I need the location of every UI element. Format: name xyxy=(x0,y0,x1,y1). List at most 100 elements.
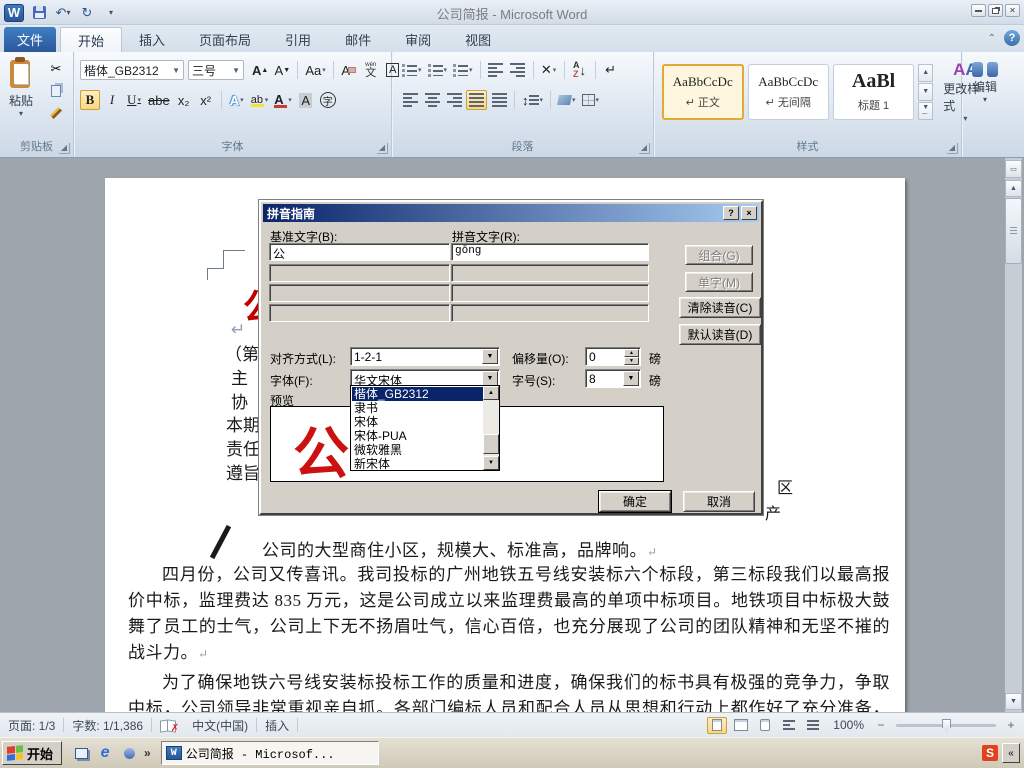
scrollbar-thumb[interactable] xyxy=(1005,198,1022,264)
font-option-msyahei[interactable]: 微软雅黑 xyxy=(352,443,484,457)
strikethrough-button[interactable]: abe xyxy=(146,90,172,110)
dropdown-scroll-up-icon[interactable]: ▲ xyxy=(483,386,499,400)
dropdown-scroll-down-icon[interactable]: ▼ xyxy=(483,456,499,470)
font-option-kaiti-gb2312[interactable]: 楷体_GB2312 xyxy=(352,387,484,401)
cut-icon[interactable]: ✂ xyxy=(46,60,66,78)
vertical-scrollbar[interactable]: ▭ ▲ ▼ xyxy=(1005,158,1022,712)
combine-button[interactable]: 组合(G) xyxy=(685,245,753,265)
show-desktop-icon[interactable] xyxy=(72,744,90,762)
tab-review[interactable]: 审阅 xyxy=(388,27,448,52)
format-painter-icon[interactable] xyxy=(46,104,66,122)
scroll-down-icon[interactable]: ▼ xyxy=(1005,693,1022,710)
character-shading-button[interactable]: A xyxy=(296,90,316,110)
borders-button[interactable]: ▾ xyxy=(580,90,602,110)
default-readings-button[interactable]: 默认读音(D) xyxy=(679,324,761,345)
align-right-button[interactable] xyxy=(444,90,464,110)
style-no-spacing[interactable]: AaBbCcDc ↵ 无间隔 xyxy=(747,63,829,120)
show-hide-marks-button[interactable]: ↵ xyxy=(601,60,621,80)
outline-view-icon[interactable] xyxy=(779,717,799,734)
styles-gallery-expand-icon[interactable]: ▼ ─ xyxy=(918,101,934,120)
dialog-close-icon[interactable]: × xyxy=(741,206,757,220)
base-text-field-4[interactable] xyxy=(269,304,450,322)
offset-spinner[interactable]: 0 ▲ ▼ xyxy=(585,347,641,366)
asian-layout-button[interactable]: ✕ ▾ xyxy=(539,60,559,80)
base-text-field-2[interactable] xyxy=(269,264,450,282)
distribute-button[interactable] xyxy=(489,90,509,110)
minimize-button[interactable] xyxy=(971,4,986,17)
decrease-indent-button[interactable] xyxy=(486,60,506,80)
zoom-in-icon[interactable]: + xyxy=(1004,718,1018,732)
restore-button[interactable] xyxy=(988,4,1003,17)
dropdown-scroll-thumb[interactable] xyxy=(483,434,499,454)
ruby-text-field-3[interactable] xyxy=(451,284,649,302)
monosyllabic-button[interactable]: 单字(M) xyxy=(685,272,753,292)
tab-home[interactable]: 开始 xyxy=(60,27,123,52)
base-text-field-3[interactable] xyxy=(269,284,450,302)
styles-scroll-up-icon[interactable]: ▲ xyxy=(918,63,934,82)
ruler-toggle-icon[interactable]: ▭ xyxy=(1005,160,1022,178)
dialog-title-bar[interactable]: 拼音指南 ? × xyxy=(263,204,759,222)
help-icon[interactable]: ? xyxy=(1004,30,1020,46)
cancel-button[interactable]: 取消 xyxy=(683,491,755,512)
line-spacing-button[interactable]: ↕ ▾ xyxy=(520,90,545,110)
page-indicator[interactable]: 页面: 1/3 xyxy=(0,713,63,737)
tab-file[interactable]: 文件 xyxy=(4,27,56,52)
paste-button[interactable]: 粘贴 ▾ xyxy=(6,57,36,118)
zoom-slider[interactable] xyxy=(896,718,996,732)
close-button[interactable]: ✕ xyxy=(1005,4,1020,17)
size-combo[interactable]: 8 ▼ xyxy=(585,369,641,388)
sort-button[interactable]: A Z ↓ xyxy=(570,60,590,80)
zoom-level[interactable]: 100% xyxy=(833,718,864,732)
internet-explorer-icon[interactable]: e xyxy=(96,744,114,762)
font-combo-arrow-icon[interactable]: ▼ xyxy=(482,371,498,386)
full-screen-reading-icon[interactable] xyxy=(731,717,751,734)
copy-icon[interactable] xyxy=(46,82,66,100)
style-normal[interactable]: AaBbCcDc ↵ 正文 xyxy=(662,63,744,120)
ruby-text-field-1[interactable]: gōng xyxy=(451,243,649,261)
font-size-combo[interactable]: 三号 ▼ xyxy=(188,60,244,80)
sogou-tray-icon[interactable]: S xyxy=(982,745,998,761)
bold-button[interactable]: B xyxy=(80,90,100,110)
bullets-button[interactable]: ▾ xyxy=(400,60,424,80)
tray-expand-icon[interactable]: « xyxy=(1002,743,1020,763)
align-left-button[interactable] xyxy=(400,90,420,110)
multilevel-list-button[interactable]: ▾ xyxy=(451,60,475,80)
dialog-help-icon[interactable]: ? xyxy=(723,206,739,220)
clipboard-dialog-launcher[interactable]: ◢ xyxy=(59,143,70,154)
offset-up-icon[interactable]: ▲ xyxy=(624,349,639,357)
tab-references[interactable]: 引用 xyxy=(268,27,328,52)
ruby-text-field-2[interactable] xyxy=(451,264,649,282)
numbering-button[interactable]: ▾ xyxy=(426,60,450,80)
clear-formatting-button[interactable]: A xyxy=(339,60,359,80)
scroll-up-icon[interactable]: ▲ xyxy=(1005,180,1022,197)
draft-view-icon[interactable] xyxy=(803,717,823,734)
dropdown-scrollbar[interactable]: ▲ ▼ xyxy=(483,386,499,470)
highlight-color-button[interactable]: ab ▾ xyxy=(249,90,271,110)
start-button[interactable]: 开始 xyxy=(2,741,63,765)
ruby-text-field-4[interactable] xyxy=(451,304,649,322)
change-case-button[interactable]: Aa ▾ xyxy=(303,60,327,80)
font-name-combo[interactable]: 楷体_GB2312 ▼ xyxy=(80,60,184,80)
tab-mailings[interactable]: 邮件 xyxy=(328,27,388,52)
paragraph-dialog-launcher[interactable]: ◢ xyxy=(639,143,650,154)
underline-button[interactable]: U ▾ xyxy=(124,90,144,110)
increase-indent-button[interactable] xyxy=(508,60,528,80)
print-layout-view-icon[interactable] xyxy=(707,716,728,734)
italic-button[interactable]: I xyxy=(102,90,122,110)
taskbar-task-word[interactable]: W 公司简报 - Microsof... xyxy=(160,741,379,765)
shading-button[interactable]: ▾ xyxy=(556,90,578,110)
font-option-lishu[interactable]: 隶书 xyxy=(352,401,484,415)
clear-readings-button[interactable]: 清除读音(C) xyxy=(679,297,761,318)
font-dropdown-list[interactable]: 楷体_GB2312 隶书 宋体 宋体-PUA 微软雅黑 新宋体 ▲ ▼ xyxy=(350,385,500,471)
styles-dialog-launcher[interactable]: ◢ xyxy=(947,143,958,154)
styles-scroll-down-icon[interactable]: ▼ xyxy=(918,82,934,101)
language-indicator[interactable]: 中文(中国) xyxy=(184,713,256,737)
tab-view[interactable]: 视图 xyxy=(448,27,508,52)
alignment-combo-arrow-icon[interactable]: ▼ xyxy=(482,349,498,364)
insert-mode-indicator[interactable]: 插入 xyxy=(257,713,297,737)
quick-launch-overflow-icon[interactable]: » xyxy=(144,746,151,760)
tab-page-layout[interactable]: 页面布局 xyxy=(182,27,268,52)
font-dialog-launcher[interactable]: ◢ xyxy=(377,143,388,154)
base-text-field-1[interactable]: 公 xyxy=(269,243,450,261)
enclose-characters-button[interactable]: 字 xyxy=(318,90,338,110)
